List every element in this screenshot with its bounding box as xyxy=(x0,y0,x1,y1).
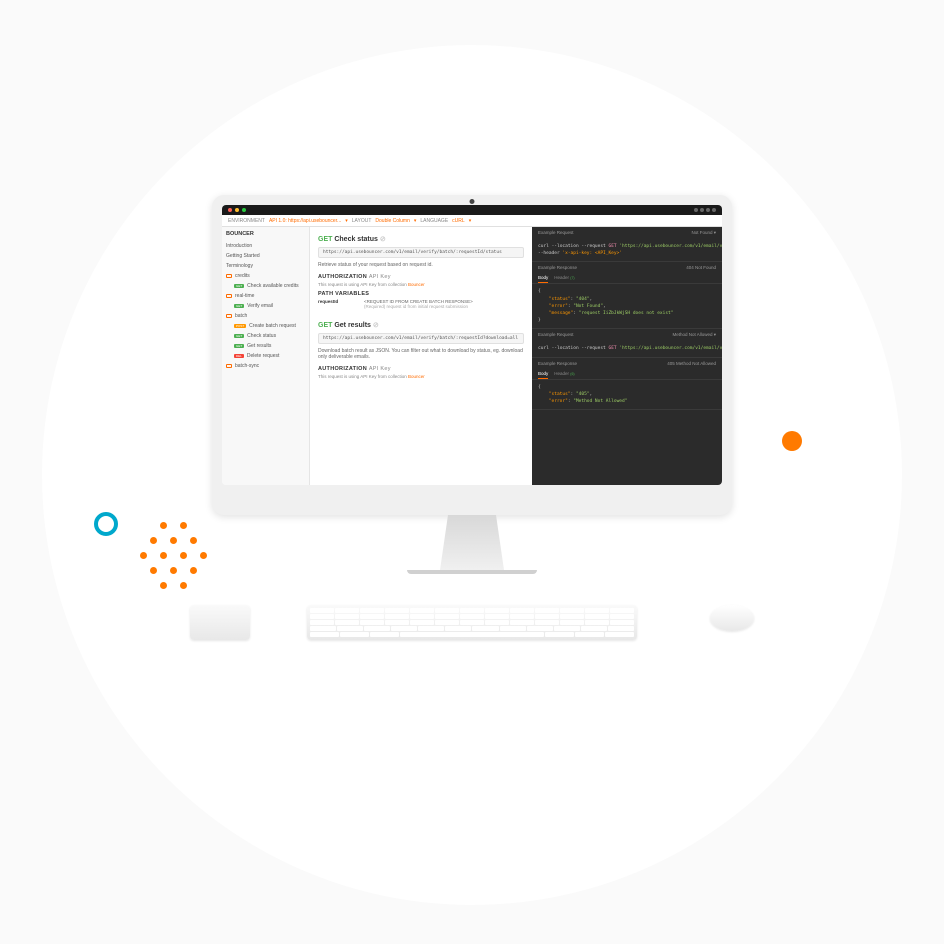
sidebar-item-label: Terminology xyxy=(226,263,253,269)
sidebar-item-check-available-credits[interactable]: GETCheck available credits xyxy=(226,281,305,291)
sidebar-title: BOUNCER xyxy=(226,231,305,237)
sidebar-item-label: real-time xyxy=(235,293,254,299)
camera-icon xyxy=(470,199,475,204)
sidebar-item-label: batch-sync xyxy=(235,363,259,369)
decoration-ring-icon xyxy=(94,512,118,536)
sidebar-item-label: credits xyxy=(235,273,250,279)
sidebar-item-label: Create batch request xyxy=(249,323,296,329)
endpoint-url[interactable]: https://api.usebouncer.com/v1/email/veri… xyxy=(318,333,524,344)
param-name: requestId xyxy=(318,299,356,309)
lang-label: LANGUAGE xyxy=(420,218,448,224)
maximize-icon[interactable] xyxy=(242,208,246,212)
sidebar-item-batch[interactable]: batch xyxy=(226,311,305,321)
sidebar-item-label: Verify email xyxy=(247,303,273,309)
sidebar-item-create-batch-request[interactable]: POSTCreate batch request xyxy=(226,321,305,331)
example-request-block: Example RequestNot Found ▾ curl --locati… xyxy=(532,227,722,262)
tab-header[interactable]: Header (6) xyxy=(554,369,574,379)
collection-link[interactable]: Bouncer xyxy=(408,282,425,287)
sidebar-item-getting-started[interactable]: Getting Started xyxy=(226,251,305,261)
link-icon[interactable]: ⊘ xyxy=(373,322,379,329)
decoration-dot-icon xyxy=(782,431,802,451)
sidebar-item-label: Check available credits xyxy=(247,283,298,289)
sidebar-item-batch-sync[interactable]: batch-sync xyxy=(226,361,305,371)
example-response-block: Example Response405 Method Not Allowed B… xyxy=(532,358,722,411)
sidebar-item-verify-email[interactable]: GETVerify email xyxy=(226,301,305,311)
sidebar: BOUNCER Introduction Getting Started Termi… xyxy=(222,227,310,485)
lang-dropdown[interactable]: cURL xyxy=(452,218,465,224)
env-label: ENVIRONMENT xyxy=(228,218,265,224)
sidebar-item-label: Getting Started xyxy=(226,253,260,259)
code-examples-panel: Example RequestNot Found ▾ curl --locati… xyxy=(532,227,722,485)
method-badge: GET xyxy=(318,322,332,329)
trackpad xyxy=(190,605,250,640)
minimize-icon[interactable] xyxy=(235,208,239,212)
sidebar-item-get-results[interactable]: GETGet results xyxy=(226,341,305,351)
close-icon[interactable] xyxy=(228,208,232,212)
folder-icon xyxy=(226,314,232,318)
param-desc: (Required) request id from initial reque… xyxy=(364,304,473,309)
folder-icon xyxy=(226,274,232,278)
folder-icon xyxy=(226,294,232,298)
get-badge-icon: GET xyxy=(234,304,244,308)
decoration-dots-cluster xyxy=(140,512,220,587)
endpoint-get-results: GET Get results ⊘ https://api.usebouncer… xyxy=(318,321,524,379)
get-badge-icon: GET xyxy=(234,284,244,288)
endpoint-description: Download batch result as JSON. You can f… xyxy=(318,348,524,360)
get-badge-icon: GET xyxy=(234,344,244,348)
del-badge-icon: DEL xyxy=(234,354,244,358)
endpoint-check-status: GET Check status ⊘ https://api.usebounce… xyxy=(318,235,524,309)
env-dropdown[interactable]: API 1.0: https://api.usebouncer... xyxy=(269,218,341,224)
sidebar-item-label: Check status xyxy=(247,333,276,339)
sidebar-item-real-time[interactable]: real-time xyxy=(226,291,305,301)
browser-titlebar xyxy=(222,205,722,215)
sidebar-item-check-status[interactable]: GETCheck status xyxy=(226,331,305,341)
status-label: 405 Method Not Allowed xyxy=(667,361,716,366)
get-badge-icon: GET xyxy=(234,334,244,338)
example-response-block: Example Response404 Not Found BodyHeader… xyxy=(532,262,722,329)
sidebar-item-label: Introduction xyxy=(226,243,252,249)
screen-frame: ENVIRONMENT API 1.0: https://api.useboun… xyxy=(212,195,732,515)
keyboard xyxy=(307,605,637,640)
sidebar-item-introduction[interactable]: Introduction xyxy=(226,241,305,251)
example-request-block: Example RequestMethod Not Allowed ▾ curl… xyxy=(532,329,722,357)
status-label: 404 Not Found xyxy=(686,265,716,270)
layout-label: LAYOUT xyxy=(352,218,372,224)
app-toolbar: ENVIRONMENT API 1.0: https://api.useboun… xyxy=(222,215,722,227)
endpoint-title: Check status xyxy=(334,236,378,243)
method-badge: GET xyxy=(318,236,332,243)
screen: ENVIRONMENT API 1.0: https://api.useboun… xyxy=(222,205,722,485)
tab-body[interactable]: Body xyxy=(538,273,548,283)
endpoint-url[interactable]: https://api.usebouncer.com/v1/email/veri… xyxy=(318,247,524,258)
status-dropdown[interactable]: Method Not Allowed ▾ xyxy=(672,332,716,338)
mouse xyxy=(710,605,754,631)
sidebar-item-delete-request[interactable]: DELDelete request xyxy=(226,351,305,361)
status-dropdown[interactable]: Not Found ▾ xyxy=(691,230,716,236)
folder-icon xyxy=(226,364,232,368)
tab-body[interactable]: Body xyxy=(538,369,548,379)
sidebar-item-label: Get results xyxy=(247,343,271,349)
post-badge-icon: POST xyxy=(234,324,246,328)
sidebar-item-label: batch xyxy=(235,313,247,319)
sidebar-item-terminology[interactable]: Terminology xyxy=(226,261,305,271)
sidebar-item-credits[interactable]: credits xyxy=(226,271,305,281)
path-variables-label: PATH VARIABLES xyxy=(318,291,524,297)
collection-link[interactable]: Bouncer xyxy=(408,374,425,379)
endpoint-description: Retrieve status of your request based on… xyxy=(318,262,524,268)
sidebar-item-label: Delete request xyxy=(247,353,280,359)
layout-dropdown[interactable]: Double Column xyxy=(375,218,409,224)
imac-base xyxy=(407,570,537,574)
endpoint-title: Get results xyxy=(334,322,371,329)
documentation-panel: GET Check status ⊘ https://api.usebounce… xyxy=(310,227,532,485)
imac-mockup: ENVIRONMENT API 1.0: https://api.useboun… xyxy=(212,195,732,574)
imac-stand xyxy=(432,515,512,570)
tab-header[interactable]: Header (7) xyxy=(554,273,574,283)
link-icon[interactable]: ⊘ xyxy=(380,236,386,243)
